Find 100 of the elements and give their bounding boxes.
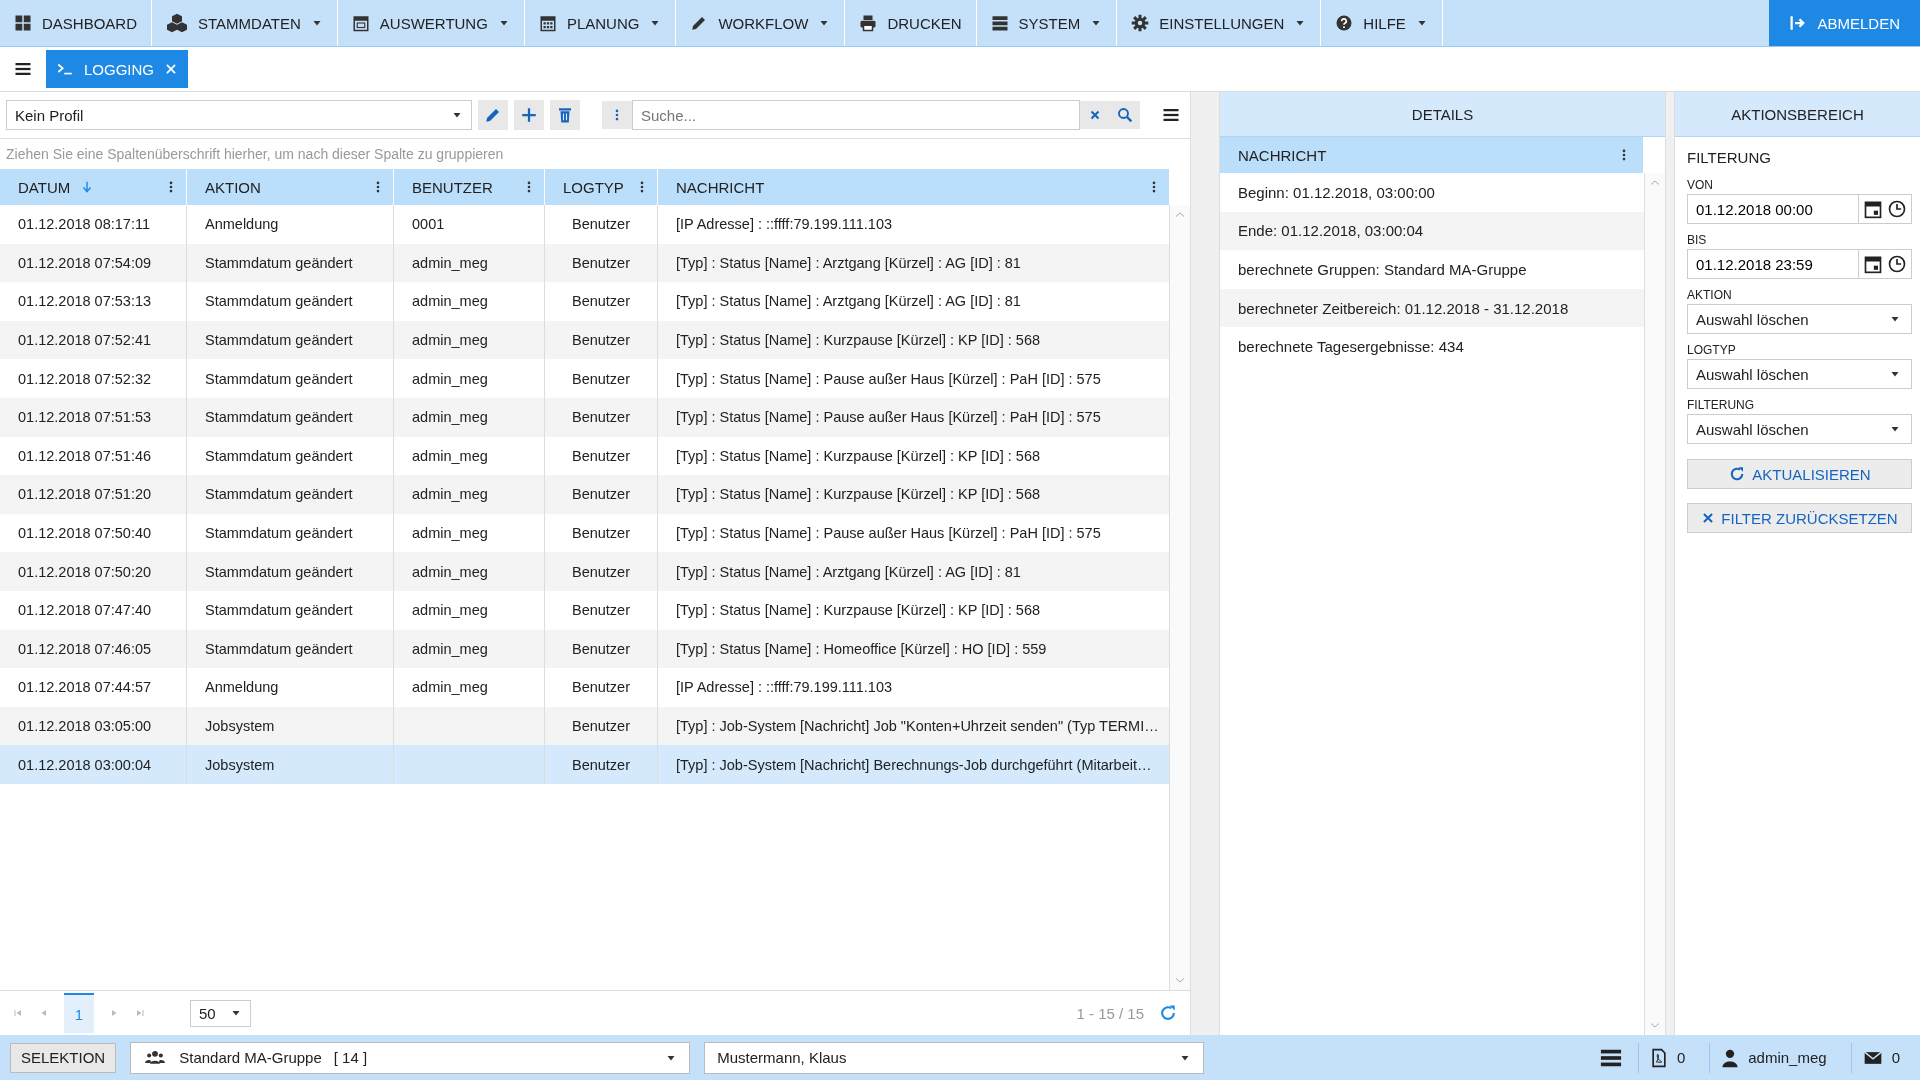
table-row[interactable]: 01.12.2018 07:54:09 Stammdatum geändert admin_meg Benutzer [Typ] : Status [Name] : Arztgang [Kürzel] : AG [ID] : 81 xyxy=(0,243,1169,283)
column-header[interactable]: NACHRICHT xyxy=(658,169,1170,205)
group-dropdown[interactable]: Standard MA-Gruppe [ 14 ] xyxy=(130,1041,691,1074)
table-row[interactable]: 01.12.2018 07:47:40 Stammdatum geändert admin_meg Benutzer [Typ] : Status [Name] : Kurzpause [Kürzel] : KP [ID] : 568 xyxy=(0,590,1169,630)
table-cell: [Typ] : Job-System [Nachricht] Job "Konten+Uhrzeit senden" (Typ TERMI… xyxy=(676,718,1159,734)
table-cell: Stammdatum geändert xyxy=(205,447,353,464)
table-cell: Benutzer xyxy=(571,756,630,773)
pdf-count: 0 xyxy=(1676,1049,1686,1066)
table-row[interactable]: 01.12.2018 07:52:32 Stammdatum geändert admin_meg Benutzer [Typ] : Status [Name] : Pause außer Haus [Kürzel] : PaH [ID] : 575 xyxy=(0,359,1169,398)
column-header[interactable]: BENUTZER xyxy=(394,169,545,205)
table-cell: Stammdatum geändert xyxy=(205,640,353,657)
table-cell: 01.12.2018 07:51:46 xyxy=(18,447,152,464)
field-label: BIS xyxy=(1687,233,1708,247)
person-dropdown[interactable]: Mustermann, Klaus xyxy=(704,1041,1205,1074)
refresh-button[interactable]: AKTUALISIEREN xyxy=(1687,459,1912,489)
table-row[interactable]: 01.12.2018 08:17:11 Anmeldung 0001 Benutzer [IP Adresse] : ::ffff:79.199.111.103 xyxy=(0,205,1169,244)
field-label: AKTION xyxy=(1687,288,1733,302)
table-cell: [Typ] : Job-System [Nachricht] Berechnungs-Job durchgeführt (Mitarbeit… xyxy=(676,756,1152,773)
table-row[interactable]: 01.12.2018 07:53:13 Stammdatum geändert admin_meg Benutzer [Typ] : Status [Name] : Arztgang [Kürzel] : AG [ID] : 81 xyxy=(0,282,1169,321)
nav-menu-item[interactable]: DASHBOARD xyxy=(0,0,153,46)
select-dropdown[interactable]: Auswahl löschen xyxy=(1687,359,1912,389)
table-cell: Benutzer xyxy=(571,216,630,233)
logout-button[interactable]: ABMELDEN xyxy=(1769,0,1920,46)
table-cell: admin_meg xyxy=(412,525,488,542)
table-row[interactable]: 01.12.2018 07:52:41 Stammdatum geändert admin_meg Benutzer [Typ] : Status [Name] : Kurzpause [Kürzel] : KP [ID] : 568 xyxy=(0,320,1169,360)
column-header: NACHRICHT xyxy=(1238,146,1327,164)
table-cell: admin_meg xyxy=(412,486,488,503)
profile-dropdown[interactable]: Kein Profil xyxy=(6,100,472,130)
table-cell: Benutzer xyxy=(571,679,630,696)
table-cell: Benutzer xyxy=(571,332,630,349)
detail-line: Ende: 01.12.2018, 03:00:04 xyxy=(1238,222,1424,240)
column-header[interactable]: AKTION xyxy=(187,169,394,205)
table-cell: 01.12.2018 07:44:57 xyxy=(18,679,152,696)
table-cell: admin_meg xyxy=(412,640,488,657)
table-cell: Stammdatum geändert xyxy=(205,486,353,503)
table-cell: Stammdatum geändert xyxy=(205,293,353,310)
table-row[interactable]: 01.12.2018 07:46:05 Stammdatum geändert admin_meg Benutzer [Typ] : Status [Name] : Homeoffice [Kürzel] : HO [ID] : 559 xyxy=(0,629,1169,669)
table-cell: 01.12.2018 07:52:41 xyxy=(18,332,152,349)
table-cell: 01.12.2018 07:47:40 xyxy=(18,602,152,619)
table-cell: Benutzer xyxy=(571,525,630,542)
table-cell: admin_meg xyxy=(412,293,488,310)
table-row[interactable]: 01.12.2018 07:51:53 Stammdatum geändert admin_meg Benutzer [Typ] : Status [Name] : Pause außer Haus [Kürzel] : PaH [ID] : 575 xyxy=(0,397,1169,437)
table-cell: Anmeldung xyxy=(205,216,279,233)
page-size-dropdown[interactable]: 50 xyxy=(190,999,251,1027)
selection-button[interactable]: SELEKTION xyxy=(10,1042,117,1073)
reset-filter-button[interactable]: FILTER ZURÜCKSETZEN xyxy=(1687,503,1912,533)
user-name: admin_meg xyxy=(1748,1049,1827,1066)
column-header[interactable]: DATUM xyxy=(0,169,187,205)
table-cell: 0001 xyxy=(412,216,445,233)
nav-menu-item[interactable]: HILFE xyxy=(1321,0,1443,46)
table-row[interactable]: 01.12.2018 07:51:20 Stammdatum geändert admin_meg Benutzer [Typ] : Status [Name] : Kurzpause [Kürzel] : KP [ID] : 568 xyxy=(0,475,1169,514)
table-cell: 01.12.2018 07:53:13 xyxy=(18,293,152,310)
table-cell: Jobsystem xyxy=(205,756,275,773)
table-cell: admin_meg xyxy=(412,254,488,271)
table-cell: admin_meg xyxy=(412,602,488,619)
tab[interactable]: LOGGING xyxy=(46,50,188,88)
table-row[interactable]: 01.12.2018 07:44:57 Anmeldung admin_meg Benutzer [IP Adresse] : ::ffff:79.199.111.103 xyxy=(0,668,1169,707)
table-cell: Benutzer xyxy=(571,254,630,271)
table-cell: [Typ] : Status [Name] : Kurzpause [Kürzel] : KP [ID] : 568 xyxy=(676,602,1040,619)
table-cell: [Typ] : Status [Name] : Kurzpause [Kürzel] : KP [ID] : 568 xyxy=(676,447,1040,464)
table-cell: [Typ] : Status [Name] : Pause außer Haus [Kürzel] : PaH [ID] : 575 xyxy=(676,525,1101,542)
date-time-field[interactable]: 01.12.2018 23:59 xyxy=(1687,249,1859,279)
table-cell: Benutzer xyxy=(571,563,630,580)
table-cell: admin_meg xyxy=(412,409,488,426)
table-cell: [Typ] : Status [Name] : Pause außer Haus [Kürzel] : PaH [ID] : 575 xyxy=(676,370,1101,387)
table-row[interactable]: 01.12.2018 03:00:04 Jobsystem Benutzer [Typ] : Job-System [Nachricht] Berechnungs-Job durchgeführt (Mitarbeit… xyxy=(0,745,1169,784)
section-title: FILTERUNG xyxy=(1687,149,1772,166)
nav-menu-item[interactable]: AUSWERTUNG xyxy=(337,0,525,46)
table-cell: Jobsystem xyxy=(205,718,275,734)
date-time-field[interactable]: 01.12.2018 00:00 xyxy=(1687,194,1859,224)
field-label: FILTERUNG xyxy=(1687,398,1756,412)
table-cell: [Typ] : Status [Name] : Homeoffice [Kürzel] : HO [ID] : 559 xyxy=(676,640,1047,657)
nav-menu-item[interactable]: EINSTELLUNGEN xyxy=(1117,0,1322,46)
nav-menu-item[interactable]: WORKFLOW xyxy=(676,0,846,46)
detail-line: berechnete Gruppen: Standard MA-Gruppe xyxy=(1238,261,1527,278)
table-cell: Benutzer xyxy=(571,486,630,503)
table-row[interactable]: 01.12.2018 03:05:00 Jobsystem Benutzer [Typ] : Job-System [Nachricht] Job "Konten+Uhrzeit senden" (Typ TERMI… xyxy=(0,706,1169,746)
nav-menu-item[interactable]: PLANUNG xyxy=(524,0,677,46)
mail-count: 0 xyxy=(1891,1049,1900,1066)
detail-line: berechneter Zeitbereich: 01.12.2018 - 31.12.2018 xyxy=(1238,299,1569,317)
table-row[interactable]: 01.12.2018 07:50:20 Stammdatum geändert admin_meg Benutzer [Typ] : Status [Name] : Arztgang [Kürzel] : AG [ID] : 81 xyxy=(0,552,1169,591)
table-cell: [Typ] : Status [Name] : Arztgang [Kürzel] : AG [ID] : 81 xyxy=(676,293,1021,310)
table-cell: Stammdatum geändert xyxy=(205,525,353,542)
table-cell: Stammdatum geändert xyxy=(205,409,353,426)
table-cell: [IP Adresse] : ::ffff:79.199.111.103 xyxy=(676,679,893,696)
column-header[interactable]: LOGTYP xyxy=(545,169,658,205)
select-dropdown[interactable]: Auswahl löschen xyxy=(1687,414,1912,444)
field-label: VON xyxy=(1687,178,1714,192)
search-field[interactable]: Suche... xyxy=(632,100,1080,130)
table-cell: 01.12.2018 03:05:00 xyxy=(18,718,152,734)
select-dropdown[interactable]: Auswahl löschen xyxy=(1687,304,1912,334)
table-cell: [Typ] : Status [Name] : Kurzpause [Kürzel] : KP [ID] : 568 xyxy=(676,332,1040,349)
nav-menu-item[interactable]: SYSTEM xyxy=(976,0,1118,46)
table-cell: 01.12.2018 07:46:05 xyxy=(18,640,152,657)
table-cell: [Typ] : Status [Name] : Arztgang [Kürzel] : AG [ID] : 81 xyxy=(676,563,1021,580)
table-cell: admin_meg xyxy=(412,332,488,349)
nav-menu-item[interactable]: DRUCKEN xyxy=(845,0,977,46)
table-cell: [Typ] : Status [Name] : Kurzpause [Kürzel] : KP [ID] : 568 xyxy=(676,486,1040,503)
table-cell: admin_meg xyxy=(412,447,488,464)
nav-menu-item[interactable]: STAMMDATEN xyxy=(152,0,338,46)
